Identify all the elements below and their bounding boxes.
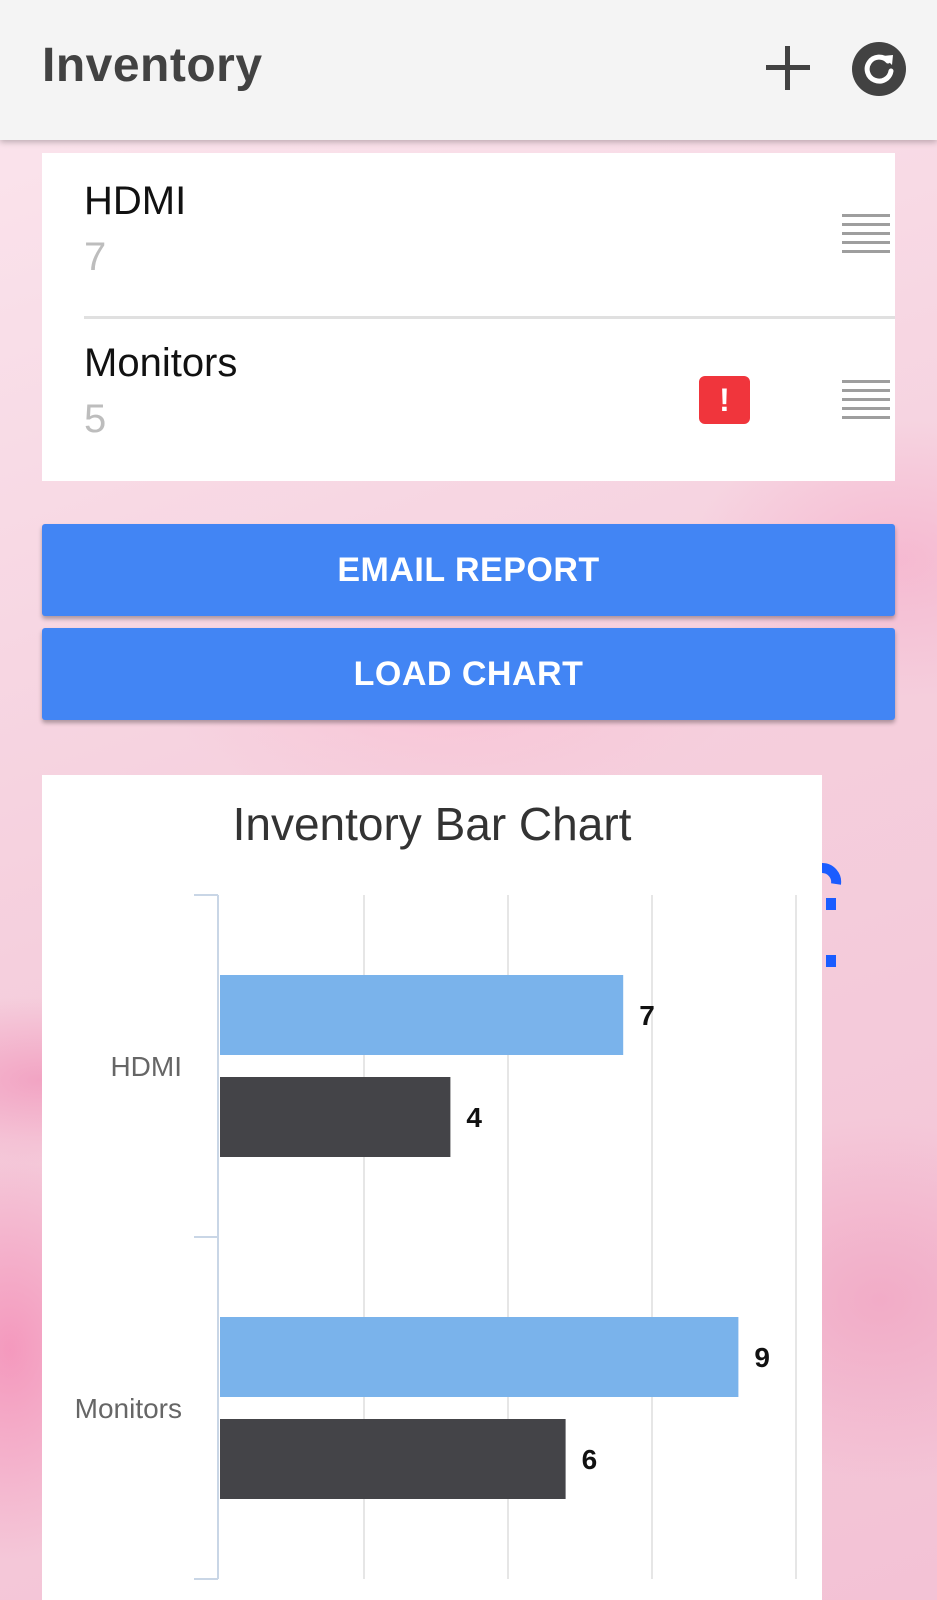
- item-name: HDMI: [84, 179, 187, 223]
- bar-chart: HDMI 7 4 Monitors 9 6: [75, 894, 797, 1580]
- inventory-list: HDMI 7 Monitors 5: [42, 153, 895, 481]
- chart-card: Inventory Bar Chart HDMI 7 4 Monitors 9 6: [42, 775, 822, 1600]
- bar: [220, 1077, 451, 1157]
- item-quantity: 7: [84, 235, 107, 279]
- list-item[interactable]: Monitors 5: [84, 319, 895, 479]
- load-chart-button[interactable]: LOAD CHART: [42, 628, 895, 720]
- item-quantity: 5: [84, 397, 107, 441]
- refresh-icon: [864, 54, 894, 84]
- reorder-handle-icon[interactable]: [842, 214, 890, 254]
- plus-icon: [766, 46, 810, 90]
- loading-spinner-icon: [822, 863, 842, 967]
- reorder-handle-icon[interactable]: [842, 380, 890, 420]
- category-label: Monitors: [75, 1393, 182, 1424]
- data-label: 4: [466, 1102, 482, 1133]
- page-title: Inventory: [42, 39, 263, 92]
- list-item[interactable]: HDMI 7: [84, 153, 895, 313]
- data-label: 9: [754, 1342, 770, 1373]
- bar: [220, 1419, 566, 1499]
- low-stock-alert-icon[interactable]: !: [699, 376, 750, 424]
- data-label: 7: [639, 1000, 655, 1031]
- email-report-button[interactable]: EMAIL REPORT: [42, 524, 895, 616]
- app-bar: Inventory: [0, 0, 937, 140]
- data-label: 6: [582, 1444, 598, 1475]
- bar: [220, 1317, 739, 1397]
- item-name: Monitors: [84, 341, 238, 385]
- bar: [220, 975, 624, 1055]
- refresh-button[interactable]: [852, 42, 906, 96]
- category-label: HDMI: [110, 1051, 182, 1082]
- add-button[interactable]: [760, 40, 816, 96]
